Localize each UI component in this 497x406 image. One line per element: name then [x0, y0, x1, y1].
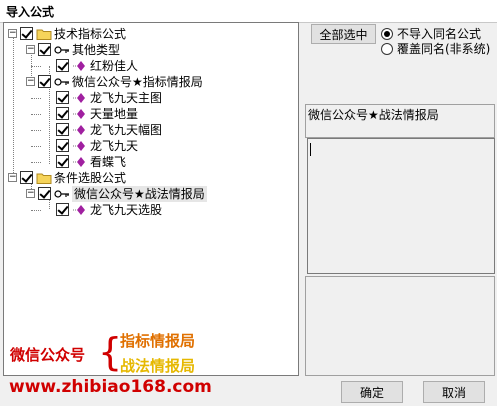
formula-icon — [72, 108, 86, 120]
promo-brace: { — [98, 330, 123, 374]
tree-line — [31, 66, 41, 67]
tree-checkbox[interactable] — [56, 59, 69, 72]
description-textbox[interactable] — [307, 138, 495, 274]
tree-node-label: 微信公众号★指标情报局 — [72, 75, 203, 89]
window-title: 导入公式 — [6, 5, 55, 19]
tree-node-label: 龙飞九天 — [90, 139, 139, 153]
promo-left-text: 微信公众号 — [10, 346, 86, 364]
tree-checkbox[interactable] — [20, 27, 33, 40]
tree-checkbox[interactable] — [56, 107, 69, 120]
preview-panel — [305, 276, 495, 376]
tree-line — [31, 114, 41, 115]
tree-line — [31, 210, 41, 211]
formula-tree[interactable]: − 技术指标公式 − 其他类型红粉佳人 − 微信公众号★指标情报局龙飞九天主图 天量地量龙飞… — [3, 22, 299, 376]
tree-expander-icon[interactable]: − — [8, 29, 17, 38]
tree-line — [31, 146, 41, 147]
title-bar: 导入公式 — [0, 0, 497, 23]
tree-node-label: 龙飞九天幅图 — [90, 123, 163, 137]
tree-checkbox[interactable] — [56, 123, 69, 136]
tree-checkbox[interactable] — [56, 155, 69, 168]
tree-node-label: 看蝶飞 — [90, 155, 127, 169]
key-icon — [54, 76, 70, 88]
tree-line — [31, 130, 41, 131]
radio-skip-same-name[interactable]: 不导入同名公式 — [381, 26, 481, 42]
tree-line — [13, 34, 14, 175]
ok-button[interactable]: 确定 — [341, 381, 403, 403]
promo-right-text-2: 战法情报局 — [120, 357, 196, 375]
formula-icon — [72, 140, 86, 152]
promo-banner: 微信公众号 { 指标情报局 战法情报局 — [10, 330, 250, 380]
text-cursor — [310, 143, 311, 156]
tree-node-label: 龙飞九天选股 — [90, 203, 163, 217]
tree-checkbox[interactable] — [56, 139, 69, 152]
tree-line — [31, 162, 41, 163]
tree-node-label: 其他类型 — [72, 43, 121, 57]
tree-checkbox[interactable] — [38, 187, 51, 200]
tree-expander-icon[interactable]: − — [26, 77, 35, 86]
tree-node-label: 龙飞九天主图 — [90, 91, 163, 105]
tree-checkbox[interactable] — [56, 91, 69, 104]
radio-overwrite-same-name-label: 覆盖同名(非系统) — [397, 42, 491, 56]
formula-icon — [72, 92, 86, 104]
radio-skip-same-name-label: 不导入同名公式 — [397, 27, 482, 41]
info-text: 微信公众号★战法情报局 — [308, 108, 439, 122]
tree-node-label: 天量地量 — [90, 107, 139, 121]
promo-url: www.zhibiao168.com — [9, 377, 212, 397]
cancel-button[interactable]: 取消 — [423, 381, 485, 403]
radio-skip-same-name-dot[interactable] — [381, 28, 393, 40]
folder-icon — [36, 172, 52, 184]
formula-icon — [72, 156, 86, 168]
info-panel: 微信公众号★战法情报局 — [305, 104, 495, 138]
radio-overwrite-same-name[interactable]: 覆盖同名(非系统) — [381, 41, 490, 57]
key-icon — [54, 188, 70, 200]
tree-expander-icon[interactable]: − — [26, 189, 35, 198]
tree-node-label: 条件选股公式 — [54, 171, 127, 185]
radio-overwrite-same-name-dot[interactable] — [381, 43, 393, 55]
tree-line — [49, 82, 50, 164]
folder-icon — [36, 28, 52, 40]
tree-expander-icon[interactable]: − — [26, 45, 35, 54]
tree-checkbox[interactable] — [20, 171, 33, 184]
tree-expander-icon[interactable]: − — [8, 173, 17, 182]
tree-node-label: 技术指标公式 — [54, 27, 127, 41]
formula-icon — [72, 204, 86, 216]
key-icon — [54, 44, 70, 56]
tree-checkbox[interactable] — [56, 203, 69, 216]
formula-icon — [72, 60, 86, 72]
tree-checkbox[interactable] — [38, 43, 51, 56]
tree-node-label: 红粉佳人 — [90, 59, 139, 73]
tree-checkbox[interactable] — [38, 75, 51, 88]
promo-right-text-1: 指标情报局 — [120, 332, 196, 350]
tree-line — [31, 98, 41, 99]
tree-node-label: 微信公众号★战法情报局 — [72, 186, 207, 202]
formula-icon — [72, 124, 86, 136]
select-all-button[interactable]: 全部选中 — [311, 24, 376, 44]
